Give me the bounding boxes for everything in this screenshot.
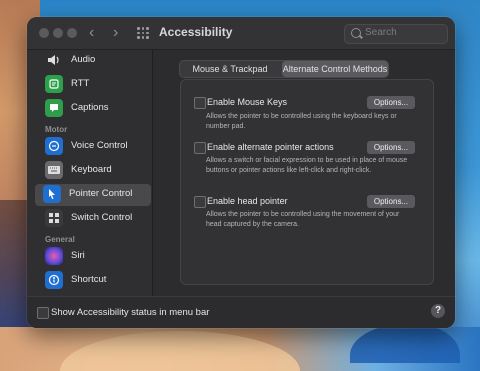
sidebar-item-label: Shortcut [71,274,107,285]
alternate-pointer-options-button[interactable]: Options... [367,141,415,154]
siri-icon [45,247,63,265]
search-placeholder: Search [365,27,397,38]
head-pointer-label: Enable head pointer [207,196,288,206]
alternate-pointer-label: Enable alternate pointer actions [207,142,334,152]
sidebar-item-switch-control[interactable]: Switch Control [37,208,152,230]
sidebar-item-siri[interactable]: Siri [37,246,152,268]
search-icon [351,28,361,38]
sidebar-item-label: RTT [71,78,90,89]
title-bar: ‹ › Accessibility Search [27,17,455,50]
section-general: General [45,235,75,244]
sidebar-item-label: Audio [71,54,96,65]
sidebar: Audio RTT Captions Motor Voice Control K [27,50,153,296]
mouse-keys-options-button[interactable]: Options... [367,96,415,109]
sidebar-item-label: Captions [71,102,109,113]
sidebar-item-captions[interactable]: Captions [37,98,152,120]
minimize-window-button[interactable] [53,28,63,38]
settings-panel [180,79,434,285]
head-pointer-description: Allows the pointer to be controlled usin… [206,211,400,228]
help-button[interactable]: ? [431,304,445,318]
sidebar-item-audio[interactable]: Audio [37,50,152,72]
footer: Show Accessibility status in menu bar ? [27,296,455,328]
window-title: Accessibility [159,25,233,39]
show-status-checkbox[interactable] [37,307,49,319]
speaker-icon [45,51,63,69]
sidebar-item-voice-control[interactable]: Voice Control [37,136,152,158]
phone-icon [45,75,63,93]
search-field[interactable]: Search [344,24,448,44]
sidebar-item-label: Voice Control [71,140,128,151]
voice-control-icon [45,137,63,155]
tab-alternate-control-methods[interactable]: Alternate Control Methods [282,61,388,77]
sidebar-item-keyboard[interactable]: Keyboard [37,160,152,182]
alternate-pointer-description: Allows a switch or facial expression to … [206,157,408,174]
sidebar-item-pointer-control[interactable]: Pointer Control [35,184,151,206]
head-pointer-checkbox[interactable] [194,196,206,208]
show-status-label: Show Accessibility status in menu bar [51,307,210,318]
head-pointer-options-button[interactable]: Options... [367,195,415,208]
section-motor: Motor [45,125,68,134]
back-button[interactable]: ‹ [89,24,94,42]
sidebar-item-rtt[interactable]: RTT [37,74,152,96]
sidebar-item-label: Switch Control [71,212,133,223]
sidebar-item-label: Pointer Control [69,188,133,199]
shortcut-icon [45,271,63,289]
mouse-keys-checkbox[interactable] [194,97,206,109]
alternate-pointer-checkbox[interactable] [194,142,206,154]
switch-control-icon [45,209,63,227]
captions-icon [45,99,63,117]
tab-mouse-trackpad[interactable]: Mouse & Trackpad [180,61,280,77]
close-window-button[interactable] [39,28,49,38]
tab-control: Mouse & Trackpad Alternate Control Metho… [179,60,389,78]
mouse-keys-label: Enable Mouse Keys [207,97,288,107]
sidebar-item-label: Keyboard [71,164,112,175]
pointer-icon [43,185,61,203]
keyboard-icon [45,161,63,179]
sidebar-item-label: Siri [71,250,85,261]
sidebar-item-shortcut[interactable]: Shortcut [37,270,152,292]
mouse-keys-description: Allows the pointer to be controlled usin… [206,113,397,130]
forward-button[interactable]: › [113,24,118,42]
show-all-grid-icon[interactable] [137,27,149,39]
zoom-window-button[interactable] [67,28,77,38]
